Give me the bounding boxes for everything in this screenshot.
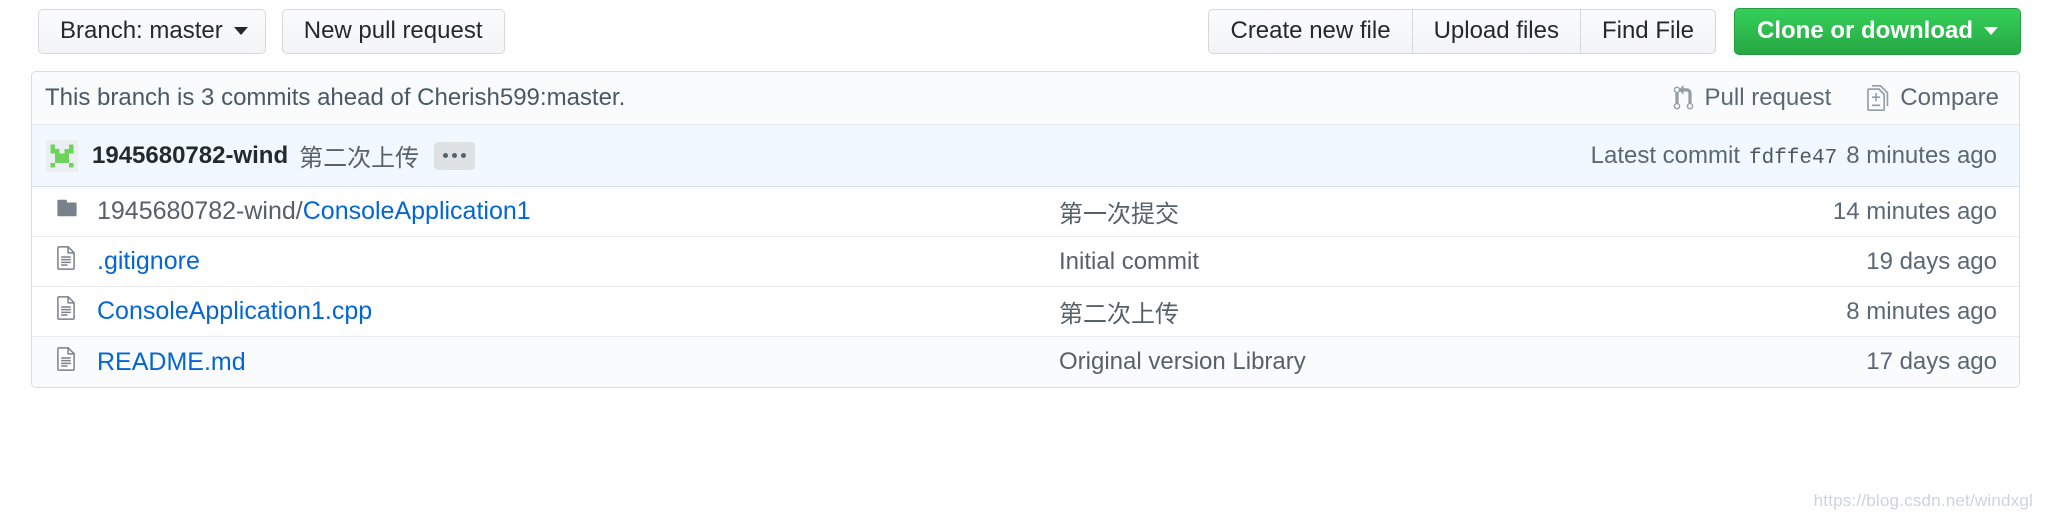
file-path-prefix: 1945680782-wind/: [97, 197, 303, 225]
row-inner: README.md Original version Library 17 da…: [54, 346, 1997, 378]
commit-time-cell: 14 minutes ago: [1832, 197, 1997, 225]
commit-message-cell[interactable]: Initial commit: [1059, 248, 1199, 276]
commit-message-cell[interactable]: 第一次提交: [1059, 194, 1179, 229]
new-pull-request-button[interactable]: New pull request: [281, 8, 505, 54]
git-pull-request-icon: [1672, 85, 1695, 111]
file-name-cell: .gitignore: [54, 246, 200, 277]
compare-link[interactable]: Compare: [1867, 84, 1999, 112]
file-link-label: .gitignore: [97, 247, 200, 275]
branch-selector-label: Branch: master: [60, 17, 223, 44]
file-name-cell: README.md: [54, 346, 246, 378]
table-row[interactable]: ConsoleApplication1.cpp 第二次上传 8 minutes …: [32, 287, 2019, 337]
file-link[interactable]: 1945680782-wind/ConsoleApplication1: [97, 197, 531, 226]
file-link-label: ConsoleApplication1: [302, 197, 531, 225]
file-name-cell: ConsoleApplication1.cpp: [54, 296, 372, 327]
branch-status-bar: This branch is 3 commits ahead of Cheris…: [32, 72, 2019, 125]
avatar: [46, 139, 78, 172]
file-link-label: README.md: [97, 347, 246, 376]
upload-files-button[interactable]: Upload files: [1411, 8, 1580, 54]
row-inner: .gitignore Initial commit 19 days ago: [54, 246, 1997, 277]
pull-request-label: Pull request: [1704, 84, 1832, 111]
compare-label: Compare: [1900, 84, 1999, 111]
pull-request-link[interactable]: Pull request: [1672, 84, 1832, 112]
dot-icon: [452, 153, 458, 158]
table-row[interactable]: README.md Original version Library 17 da…: [32, 337, 2019, 387]
latest-commit-meta: Latest commit fdffe47 8 minutes ago: [1591, 142, 1997, 170]
chevron-down-icon: [1984, 27, 1998, 35]
repo-toolbar: Branch: master New pull request Create n…: [0, 0, 2051, 62]
toolbar-right-group: Create new file Upload files Find File C…: [1208, 7, 2021, 55]
commit-message[interactable]: 第二次上传: [299, 138, 419, 173]
file-icon: [54, 296, 80, 327]
diff-compare-icon: [1867, 85, 1890, 111]
toolbar-left-group: Branch: master New pull request: [38, 8, 505, 54]
commit-author[interactable]: 1945680782-wind: [92, 142, 288, 170]
commit-time-cell: 19 days ago: [1866, 247, 1997, 275]
commit-message-cell[interactable]: Original version Library: [1059, 348, 1306, 376]
latest-commit-row: 1945680782-wind 第二次上传 Latest commit fdff…: [32, 125, 2019, 187]
commit-message-cell[interactable]: 第二次上传: [1059, 294, 1179, 329]
latest-commit-label: Latest commit: [1590, 141, 1741, 169]
find-file-button[interactable]: Find File: [1579, 8, 1716, 54]
row-inner: 1945680782-wind/ConsoleApplication1 第一次提…: [54, 194, 1997, 229]
branch-selector-button[interactable]: Branch: master: [38, 8, 266, 54]
file-link[interactable]: ConsoleApplication1.cpp: [97, 297, 372, 326]
commit-time: 8 minutes ago: [1846, 141, 1997, 169]
file-icon: [54, 246, 80, 277]
watermark: https://blog.csdn.net/windxgl: [1813, 491, 2033, 510]
github-repo-file-list: Branch: master New pull request Create n…: [0, 0, 2051, 516]
clone-or-download-label: Clone or download: [1757, 17, 1973, 44]
chevron-down-icon: [233, 27, 248, 35]
commit-expand-ellipsis-button[interactable]: [434, 141, 476, 170]
row-inner: ConsoleApplication1.cpp 第二次上传 8 minutes …: [54, 294, 1997, 329]
branch-status-text: This branch is 3 commits ahead of Cheris…: [45, 84, 626, 111]
commit-time-cell: 17 days ago: [1866, 348, 1997, 375]
dot-icon: [443, 153, 449, 158]
file-icon: [54, 346, 80, 378]
commit-time-cell: 8 minutes ago: [1846, 297, 1997, 325]
table-row[interactable]: 1945680782-wind/ConsoleApplication1 第一次提…: [32, 187, 2019, 237]
file-link[interactable]: .gitignore: [97, 247, 200, 276]
repository-content-box: This branch is 3 commits ahead of Cheris…: [31, 71, 2020, 388]
file-link[interactable]: README.md: [97, 348, 246, 377]
clone-or-download-button[interactable]: Clone or download: [1734, 7, 2021, 55]
file-link-label: ConsoleApplication1.cpp: [97, 297, 373, 325]
commit-sha[interactable]: fdffe47: [1749, 147, 1837, 170]
branch-actions: Pull request Compare: [1672, 84, 1999, 112]
create-new-file-button[interactable]: Create new file: [1208, 8, 1412, 54]
dot-icon: [461, 153, 467, 158]
folder-icon: [54, 197, 80, 226]
file-name-cell: 1945680782-wind/ConsoleApplication1: [54, 197, 531, 226]
file-actions-button-group: Create new file Upload files Find File: [1208, 8, 1716, 54]
table-row[interactable]: .gitignore Initial commit 19 days ago: [32, 237, 2019, 287]
